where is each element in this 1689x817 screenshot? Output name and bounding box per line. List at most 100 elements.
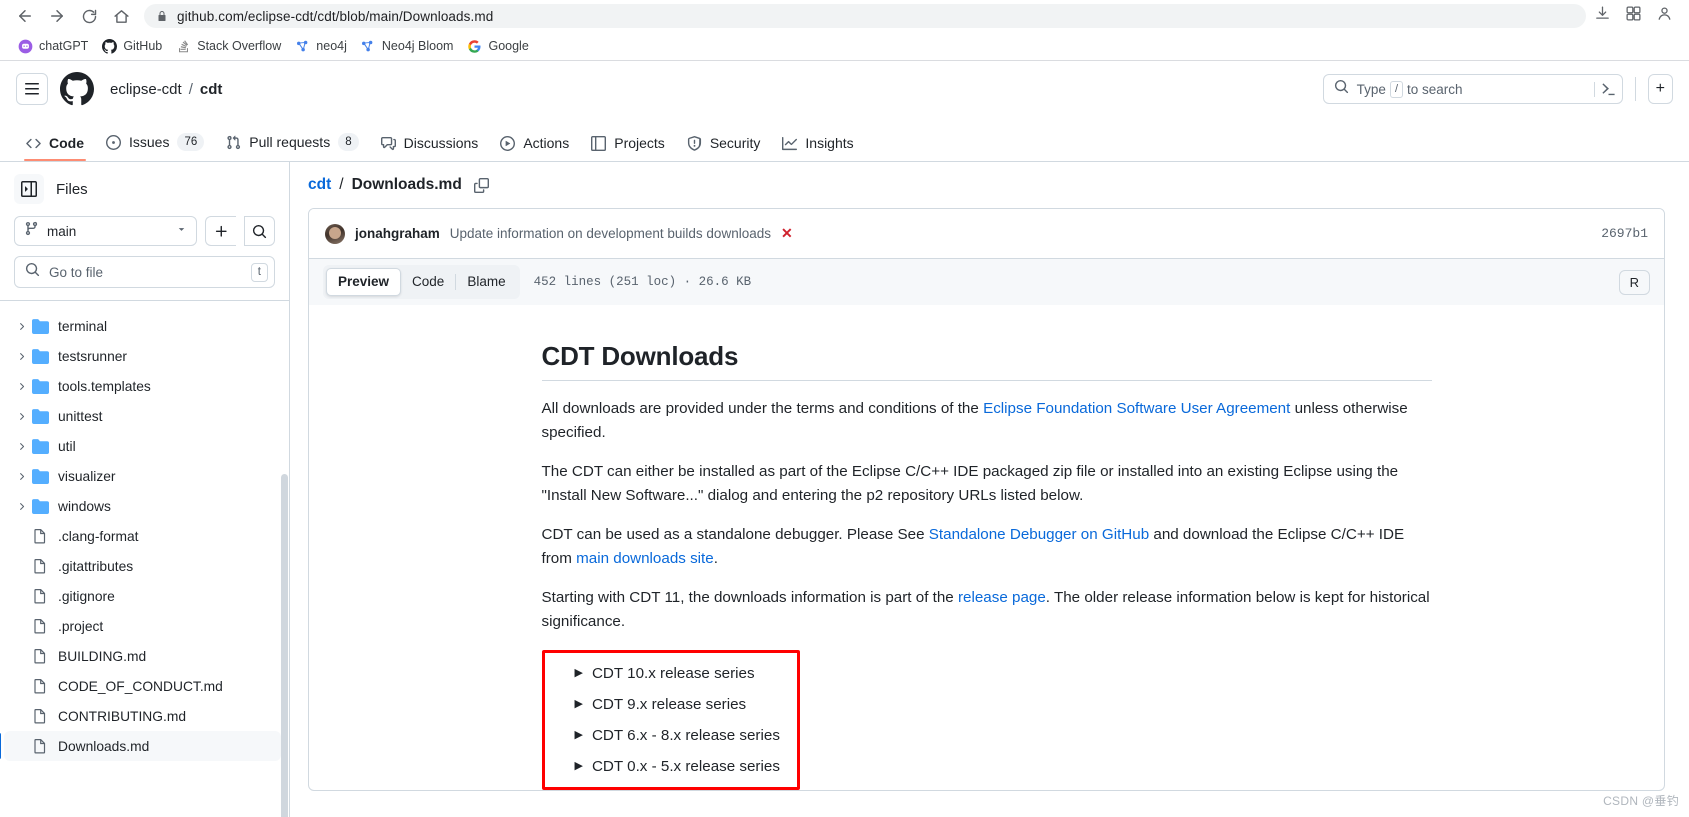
- file-tree-item-util[interactable]: util: [4, 431, 281, 461]
- file-tree-item-project[interactable]: .project: [4, 611, 281, 641]
- back-button[interactable]: [10, 1, 40, 31]
- details-cdt-0x-5x[interactable]: ▶ CDT 0.x - 5.x release series: [545, 758, 797, 775]
- chevron-right-icon[interactable]: [10, 411, 32, 422]
- x-status-icon[interactable]: ✕: [781, 225, 793, 242]
- branch-selector[interactable]: main: [14, 216, 197, 246]
- profile-icon[interactable]: [1656, 5, 1673, 27]
- chevron-right-icon[interactable]: [10, 471, 32, 482]
- forward-button[interactable]: [42, 1, 72, 31]
- tab-label: Insights: [805, 135, 854, 151]
- details-cdt-9x[interactable]: ▶ CDT 9.x release series: [545, 696, 797, 713]
- link-eclipse-foundation-agreement[interactable]: Eclipse Foundation Software User Agreeme…: [983, 400, 1290, 417]
- file-icon: [32, 588, 58, 604]
- breadcrumb-repo-link[interactable]: cdt: [308, 176, 331, 194]
- go-to-file-input[interactable]: Go to file t: [14, 256, 275, 288]
- tab-code[interactable]: Code: [401, 269, 455, 295]
- bookmark-neo4j-bloom[interactable]: Neo4j Bloom: [355, 35, 462, 57]
- file-tree-item-visualizer[interactable]: visualizer: [4, 461, 281, 491]
- bookmark-label: Stack Overflow: [197, 39, 282, 53]
- file-sidebar: Files main Go to file t terminal testsru…: [0, 162, 290, 817]
- repo-owner-link[interactable]: eclipse-cdt: [110, 81, 182, 98]
- tab-projects[interactable]: Projects: [581, 129, 675, 161]
- file-tree-item-gitignore[interactable]: .gitignore: [4, 581, 281, 611]
- file-tree-item-building-md[interactable]: BUILDING.md: [4, 641, 281, 671]
- paragraph-text: Starting with CDT 11, the downloads info…: [541, 589, 958, 607]
- file-tree-item-testsrunner[interactable]: testsrunner: [4, 341, 281, 371]
- copy-icon[interactable]: [473, 177, 489, 193]
- file-tree-item-downloads-md[interactable]: Downloads.md: [0, 731, 281, 761]
- file-tree-item-tools-templates[interactable]: tools.templates: [4, 371, 281, 401]
- link-main-downloads-site[interactable]: main downloads site: [576, 550, 714, 567]
- raw-button[interactable]: R: [1618, 269, 1650, 295]
- chevron-right-icon[interactable]: [10, 351, 32, 362]
- bookmark-label: GitHub: [123, 39, 163, 53]
- chevron-right-icon[interactable]: [10, 321, 32, 332]
- tab-discussions[interactable]: Discussions: [371, 129, 489, 161]
- reload-button[interactable]: [74, 1, 104, 31]
- chevron-right-icon[interactable]: [10, 381, 32, 392]
- tab-code[interactable]: Code: [16, 129, 94, 161]
- bookmark-google[interactable]: Google: [461, 35, 536, 57]
- address-bar[interactable]: github.com/eclipse-cdt/cdt/blob/main/Dow…: [144, 4, 1586, 28]
- sidebar-search-button[interactable]: [244, 216, 275, 246]
- file-tree-item-gitattributes[interactable]: .gitattributes: [4, 551, 281, 581]
- tab-issues[interactable]: Issues 76: [96, 127, 214, 161]
- bookmark-stack-overflow[interactable]: Stack Overflow: [170, 35, 289, 57]
- triangle-right-icon: ▶: [574, 697, 583, 710]
- file-tree-item-clang-format[interactable]: .clang-format: [4, 521, 281, 551]
- chevron-right-icon[interactable]: [10, 501, 32, 512]
- release-series-highlight-box: ▶ CDT 10.x release series ▶ CDT 9.x rele…: [541, 649, 800, 790]
- link-standalone-debugger[interactable]: Standalone Debugger on GitHub: [929, 526, 1149, 543]
- details-cdt-10x[interactable]: ▶ CDT 10.x release series: [545, 665, 797, 682]
- repo-name-link[interactable]: cdt: [200, 81, 223, 98]
- install-icon[interactable]: [1594, 5, 1611, 27]
- search-placeholder: Type / to search: [1357, 80, 1586, 98]
- tab-preview[interactable]: Preview: [326, 268, 402, 296]
- details-cdt-6x-8x[interactable]: ▶ CDT 6.x - 8.x release series: [545, 727, 797, 744]
- commit-hash[interactable]: 2697b1: [1601, 226, 1648, 241]
- tab-blame[interactable]: Blame: [456, 269, 516, 295]
- paragraph-license: All downloads are provided under the ter…: [542, 397, 1432, 444]
- file-icon: [32, 678, 58, 694]
- commit-message[interactable]: Update information on development builds…: [450, 226, 771, 241]
- tab-label: Discussions: [403, 135, 479, 151]
- lock-icon: [156, 10, 168, 22]
- go-to-file-placeholder: Go to file: [49, 264, 104, 280]
- file-tree-item-windows[interactable]: windows: [4, 491, 281, 521]
- tab-pull-requests[interactable]: Pull requests 8: [216, 127, 368, 161]
- markdown-preview: CDT Downloads All downloads are provided…: [481, 305, 1492, 790]
- extensions-icon[interactable]: [1625, 5, 1642, 27]
- add-file-button[interactable]: [205, 216, 236, 246]
- chevron-right-icon[interactable]: [10, 441, 32, 452]
- commit-author[interactable]: jonahgraham: [355, 226, 440, 241]
- paragraph-text: CDT can be used as a standalone debugger…: [541, 526, 929, 544]
- tab-insights[interactable]: Insights: [772, 129, 863, 161]
- link-release-page[interactable]: release page: [958, 589, 1046, 606]
- search-placeholder-tail: to search: [1407, 81, 1463, 97]
- details-label: CDT 0.x - 5.x release series: [591, 757, 780, 775]
- file-icon: [32, 558, 58, 574]
- sidebar-scrollbar[interactable]: [281, 474, 288, 817]
- neo4j-icon: [294, 38, 310, 54]
- file-tree-item-contributing-md[interactable]: CONTRIBUTING.md: [4, 701, 281, 731]
- bookmark-neo4j[interactable]: neo4j: [289, 35, 355, 57]
- github-mark-icon[interactable]: [60, 72, 94, 106]
- tab-security[interactable]: Security: [677, 129, 771, 161]
- triangle-right-icon: ▶: [574, 728, 583, 741]
- file-tree-item-terminal[interactable]: terminal: [4, 311, 281, 341]
- tab-actions[interactable]: Actions: [490, 129, 579, 161]
- bookmark-label: Neo4j Bloom: [381, 39, 454, 53]
- global-search-input[interactable]: Type / to search: [1322, 74, 1623, 104]
- sidebar-collapse-icon[interactable]: [14, 174, 44, 204]
- tab-label: Projects: [614, 135, 665, 151]
- file-tree-item-code-of-conduct-md[interactable]: CODE_OF_CONDUCT.md: [4, 671, 281, 701]
- folder-icon: [32, 378, 58, 395]
- file-tree-item-unittest[interactable]: unittest: [4, 401, 281, 431]
- terminal-prompt-icon[interactable]: [1593, 81, 1616, 97]
- bookmark-github[interactable]: GitHub: [96, 35, 170, 57]
- home-button[interactable]: [106, 1, 136, 31]
- create-new-button[interactable]: +: [1647, 74, 1673, 104]
- bookmark-chatgpt[interactable]: chatGPT: [12, 35, 96, 57]
- avatar[interactable]: [325, 223, 345, 244]
- hamburger-menu-icon[interactable]: [16, 73, 48, 105]
